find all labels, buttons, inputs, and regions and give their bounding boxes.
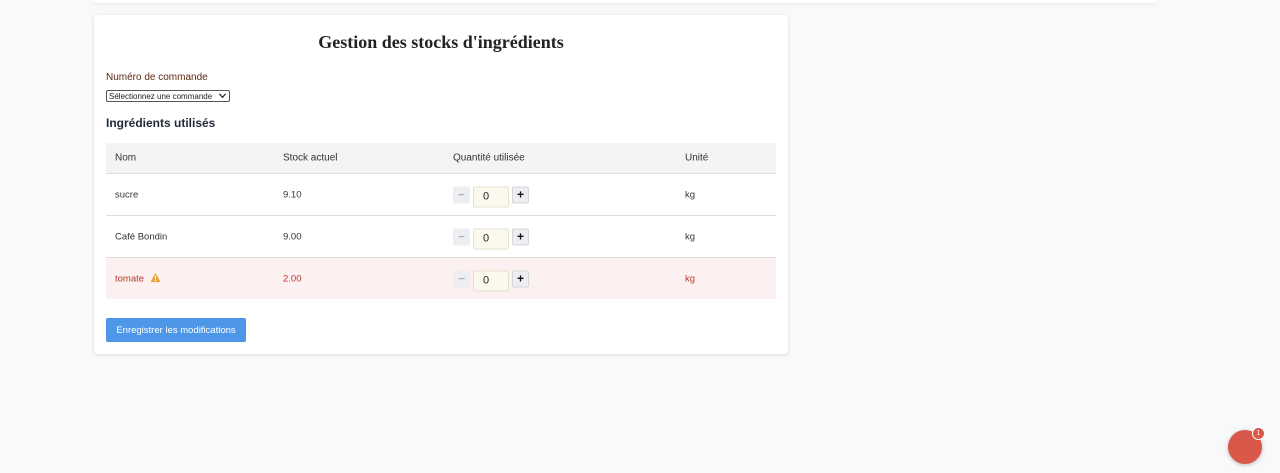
ingredient-stock: 2.00 (283, 273, 302, 284)
table-row: sucre 9.10 − 0 + kg (106, 174, 776, 216)
column-header-stock: Stock actuel (283, 152, 338, 164)
order-number-label: Numéro de commande (106, 72, 208, 83)
ingredient-stock: 9.10 (283, 189, 302, 200)
warning-triangle-icon (150, 272, 161, 285)
column-header-quantity: Quantité utilisée (453, 152, 525, 164)
order-select[interactable]: Sélectionnez une commande (106, 90, 230, 102)
quantity-stepper: − 0 + (453, 266, 529, 291)
increment-button[interactable]: + (512, 270, 529, 287)
decrement-button[interactable]: − (453, 186, 470, 203)
decrement-button[interactable]: − (453, 228, 470, 245)
chevron-down-icon (218, 91, 227, 101)
ingredient-unit: kg (685, 273, 696, 284)
ingredient-name: Café Bondin (115, 231, 168, 242)
column-header-unit: Unité (685, 152, 709, 164)
table-header: Nom Stock actuel Quantité utilisée Unité (106, 143, 776, 174)
order-select-value: Sélectionnez une commande (109, 92, 213, 101)
ingredient-stock: 9.00 (283, 231, 302, 242)
ingredient-name: sucre (115, 189, 139, 200)
increment-button[interactable]: + (512, 228, 529, 245)
previous-card-edge (94, 0, 1156, 3)
quantity-stepper: − 0 + (453, 224, 529, 249)
increment-button[interactable]: + (512, 186, 529, 203)
ingredient-name-cell: tomate (115, 272, 161, 285)
quantity-stepper: − 0 + (453, 182, 529, 207)
notification-badge: 1 (1252, 427, 1265, 440)
decrement-button[interactable]: − (453, 270, 470, 287)
ingredient-unit: kg (685, 189, 696, 200)
page-title: Gestion des stocks d'ingrédients (318, 32, 564, 52)
save-changes-button[interactable]: Enregistrer les modifications (106, 318, 246, 342)
quantity-input[interactable]: 0 (473, 270, 509, 291)
table-row: Café Bondin 9.00 − 0 + kg (106, 216, 776, 258)
quantity-input[interactable]: 0 (473, 186, 509, 207)
column-header-name: Nom (115, 152, 137, 164)
table-row-low-stock: tomate 2.00 − 0 + kg (106, 258, 776, 299)
stock-management-card: Gestion des stocks d'ingrédients Numéro … (94, 15, 788, 354)
ingredients-table: Nom Stock actuel Quantité utilisée Unité… (106, 143, 776, 299)
quantity-input[interactable]: 0 (473, 228, 509, 249)
ingredient-name: tomate (115, 273, 145, 284)
ingredient-unit: kg (685, 231, 696, 242)
ingredients-section-title: Ingrédients utilisés (106, 116, 216, 130)
